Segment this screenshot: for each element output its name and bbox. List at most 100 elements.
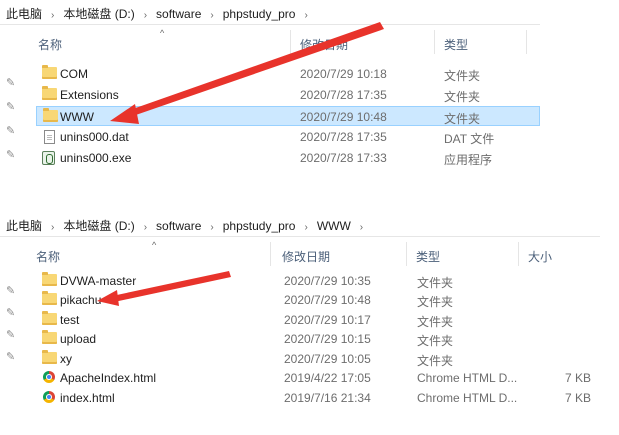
item-name: upload [60, 332, 97, 346]
item-date: 2020/7/28 17:33 [300, 151, 387, 165]
item-type: 文件夹 [444, 69, 481, 83]
list-item-test[interactable]: test 2020/7/29 10:17 文件夹 [36, 310, 596, 330]
list-item-unins000-dat[interactable]: unins000.dat 2020/7/28 17:35 DAT 文件 [36, 127, 516, 147]
item-type: 文件夹 [444, 90, 481, 104]
item-date: 2020/7/29 10:05 [284, 352, 371, 366]
list-item-com[interactable]: COM 2020/7/29 10:18 文件夹 [36, 64, 516, 84]
item-type: 文件夹 [444, 112, 481, 126]
list-item-xy[interactable]: xy 2020/7/29 10:05 文件夹 [36, 349, 596, 369]
pin-icon[interactable]: ✎ [6, 306, 15, 319]
item-date: 2020/7/28 17:35 [300, 88, 387, 102]
item-type: 文件夹 [417, 315, 454, 329]
column-divider[interactable] [270, 242, 271, 266]
chevron-right-icon[interactable]: › [144, 222, 147, 233]
item-date: 2020/7/29 10:17 [284, 313, 371, 327]
breadcrumb: 此电脑 › 本地磁盘 (D:) › software › phpstudy_pro › WWW › [6, 217, 372, 234]
explorer-window-www: 此电脑 › 本地磁盘 (D:) › software › phpstudy_pro › WWW ›… [0, 212, 600, 435]
list-item-index-html[interactable]: index.html 2019/7/16 21:34 Chrome HTML D… [36, 388, 596, 408]
breadcrumb-local-disk[interactable]: 本地磁盘 (D:) [63, 7, 134, 21]
pin-icon[interactable]: ✎ [6, 284, 15, 297]
item-type: DAT 文件 [444, 132, 495, 146]
pin-icon[interactable]: ✎ [6, 100, 15, 113]
item-date: 2020/7/29 10:48 [300, 110, 387, 124]
folder-icon [42, 350, 57, 367]
folder-icon [43, 108, 58, 125]
column-name[interactable]: 名称 [38, 36, 62, 53]
breadcrumb-phpstudy-pro[interactable]: phpstudy_pro [223, 7, 296, 21]
folder-icon [42, 272, 57, 289]
explorer-window-phpstudy: 此电脑 › 本地磁盘 (D:) › software › phpstudy_pro › ^ 名… [0, 0, 540, 172]
list-item-dvwa-master[interactable]: DVWA-master 2020/7/29 10:35 文件夹 [36, 271, 596, 291]
column-size[interactable]: 大小 [528, 248, 552, 265]
chevron-right-icon[interactable]: › [210, 10, 213, 21]
item-date: 2020/7/29 10:48 [284, 293, 371, 307]
chrome-icon [43, 391, 55, 406]
item-name: ApacheIndex.html [60, 371, 157, 385]
chevron-right-icon[interactable]: › [51, 10, 54, 21]
pin-icon[interactable]: ✎ [6, 328, 15, 341]
column-divider[interactable] [290, 30, 291, 54]
list-item-unins000-exe[interactable]: unins000.exe 2020/7/28 17:33 应用程序 [36, 148, 516, 168]
list-item-apacheindex-html[interactable]: ApacheIndex.html 2019/4/22 17:05 Chrome … [36, 368, 596, 388]
item-name: unins000.exe [60, 151, 132, 165]
item-date: 2020/7/29 10:15 [284, 332, 371, 346]
breadcrumb-software[interactable]: software [156, 7, 201, 21]
item-name: DVWA-master [60, 274, 137, 288]
column-date[interactable]: 修改日期 [300, 36, 348, 53]
chevron-right-icon[interactable]: › [210, 222, 213, 233]
pin-icon[interactable]: ✎ [6, 76, 15, 89]
item-name: pikachu [60, 293, 102, 307]
column-name[interactable]: 名称 [36, 248, 60, 265]
list-item-www-selected[interactable]: WWW 2020/7/29 10:48 文件夹 [36, 106, 540, 126]
column-divider[interactable] [434, 30, 435, 54]
address-bar[interactable]: 此电脑 › 本地磁盘 (D:) › software › phpstudy_pro › WWW › [0, 212, 600, 237]
item-type: Chrome HTML D... [417, 371, 518, 385]
address-bar[interactable]: 此电脑 › 本地磁盘 (D:) › software › phpstudy_pro › [0, 0, 540, 25]
file-icon [44, 130, 55, 147]
item-name: index.html [60, 391, 115, 405]
column-header: ^ 名称 修改日期 类型 [30, 26, 540, 56]
item-name: WWW [60, 110, 94, 124]
item-date: 2020/7/29 10:18 [300, 67, 387, 81]
chevron-right-icon[interactable]: › [51, 222, 54, 233]
item-date: 2020/7/29 10:35 [284, 274, 371, 288]
breadcrumb-software[interactable]: software [156, 219, 201, 233]
item-type: 应用程序 [444, 153, 493, 167]
chevron-right-icon[interactable]: › [144, 10, 147, 21]
pin-icon[interactable]: ✎ [6, 148, 15, 161]
item-type: 文件夹 [417, 295, 454, 309]
column-date[interactable]: 修改日期 [282, 248, 330, 265]
chevron-right-icon[interactable]: › [304, 222, 307, 233]
item-name: xy [60, 352, 72, 366]
item-type: 文件夹 [417, 334, 454, 348]
chevron-right-icon[interactable]: › [304, 10, 307, 21]
breadcrumb-this-pc[interactable]: 此电脑 [6, 219, 42, 233]
column-divider[interactable] [526, 30, 527, 54]
item-type: 文件夹 [417, 276, 454, 290]
folder-icon [42, 291, 57, 308]
breadcrumb: 此电脑 › 本地磁盘 (D:) › software › phpstudy_pro › [6, 5, 317, 22]
breadcrumb-local-disk[interactable]: 本地磁盘 (D:) [63, 219, 134, 233]
column-type[interactable]: 类型 [416, 248, 440, 265]
column-divider[interactable] [406, 242, 407, 266]
breadcrumb-phpstudy-pro[interactable]: phpstudy_pro [223, 219, 296, 233]
pin-icon[interactable]: ✎ [6, 124, 15, 137]
sort-ascending-icon: ^ [152, 240, 157, 250]
sort-ascending-icon: ^ [160, 28, 165, 38]
pin-icon[interactable]: ✎ [6, 350, 15, 363]
breadcrumb-this-pc[interactable]: 此电脑 [6, 7, 42, 21]
column-type[interactable]: 类型 [444, 36, 468, 53]
item-type: 文件夹 [417, 354, 454, 368]
item-type: Chrome HTML D... [417, 391, 518, 405]
chevron-right-icon[interactable]: › [360, 222, 363, 233]
list-item-pikachu[interactable]: pikachu 2020/7/29 10:48 文件夹 [36, 290, 596, 310]
list-item-upload[interactable]: upload 2020/7/29 10:15 文件夹 [36, 329, 596, 349]
item-size: 7 KB [565, 391, 592, 405]
list-item-extensions[interactable]: Extensions 2020/7/28 17:35 文件夹 [36, 85, 516, 105]
item-name: Extensions [60, 88, 119, 102]
breadcrumb-www[interactable]: WWW [317, 219, 351, 233]
chrome-icon [43, 371, 55, 386]
folder-icon [42, 330, 57, 347]
folder-icon [42, 86, 57, 103]
column-divider[interactable] [518, 242, 519, 266]
